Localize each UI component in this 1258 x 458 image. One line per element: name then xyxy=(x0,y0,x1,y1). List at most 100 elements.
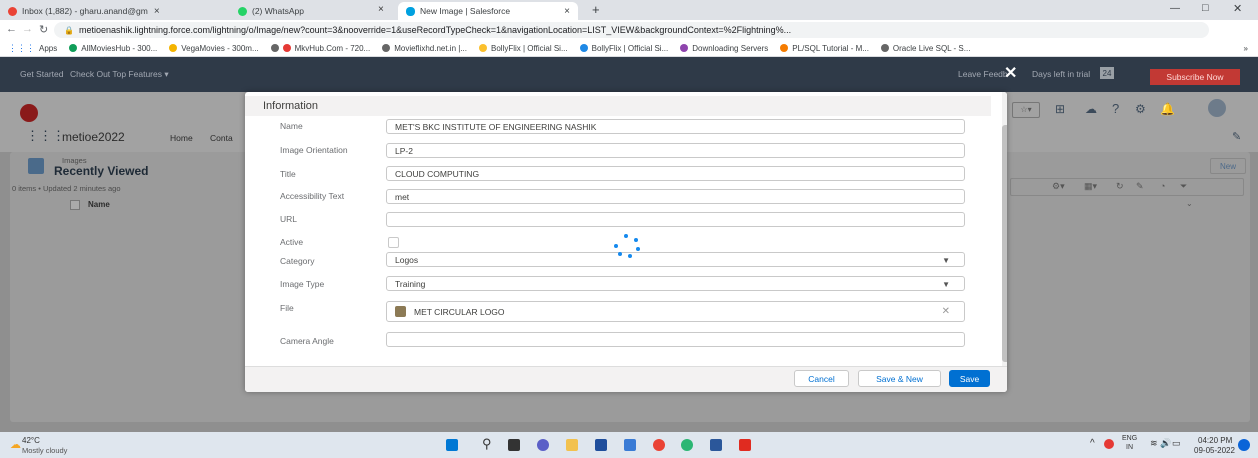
clock-date[interactable]: 09-05-2022 xyxy=(1194,446,1235,455)
column-menu-icon[interactable]: ⌄ xyxy=(1186,199,1193,208)
favorites-icon[interactable]: ☆▾ xyxy=(1012,102,1040,118)
loading-spinner xyxy=(610,232,646,262)
leave-feedback-link[interactable]: Leave Feedb xyxy=(958,69,1008,79)
edit-nav-icon[interactable]: ✎ xyxy=(1232,130,1241,143)
task-view-icon[interactable] xyxy=(508,439,520,451)
filter-icon[interactable]: ⏷ xyxy=(1180,181,1187,192)
notifications-icon[interactable]: 🔔 xyxy=(1160,102,1175,116)
app-launcher-icon[interactable]: ⋮⋮⋮ xyxy=(26,128,65,144)
chat-icon[interactable] xyxy=(537,439,549,451)
edit-icon[interactable]: ✎ xyxy=(1136,181,1144,192)
clock-time[interactable]: 04:20 PM xyxy=(1198,436,1232,445)
file-explorer-icon[interactable] xyxy=(566,439,578,451)
forward-icon[interactable]: → xyxy=(22,23,33,35)
section-header-information[interactable]: Information xyxy=(245,96,991,116)
acrobat-icon[interactable] xyxy=(739,439,751,451)
category-value: Logos xyxy=(395,254,419,265)
display-as-icon[interactable]: ▦▾ xyxy=(1084,181,1097,192)
edge-icon[interactable] xyxy=(681,439,693,451)
chrome-icon[interactable] xyxy=(653,439,665,451)
refresh-icon[interactable]: ↻ xyxy=(1116,181,1124,192)
url-input[interactable] xyxy=(386,212,965,227)
tab-whatsapp[interactable]: (2) WhatsApp xyxy=(238,2,378,20)
reload-icon[interactable]: ↻ xyxy=(39,23,48,36)
image-type-select[interactable]: Training ▼ xyxy=(386,276,965,291)
close-icon[interactable]: × xyxy=(564,6,570,17)
name-input[interactable]: MET'S BKC INSTITUTE OF ENGINEERING NASHI… xyxy=(386,119,965,134)
accessibility-text-input[interactable]: met xyxy=(386,189,965,204)
image-orientation-input[interactable]: LP-2 xyxy=(386,143,965,158)
bookmark-item[interactable]: MkvHub.Com - 720... xyxy=(270,44,370,53)
url-bar[interactable]: 🔒 metioenashik.lightning.force.com/light… xyxy=(54,22,1209,38)
tab-salesforce[interactable]: New Image | Salesforce × xyxy=(398,2,578,20)
close-icon[interactable]: × xyxy=(154,6,160,17)
get-started-link[interactable]: Get Started xyxy=(20,69,63,79)
close-icon[interactable]: × xyxy=(378,4,384,15)
tray-app-icon[interactable] xyxy=(1104,439,1114,449)
bookmark-item[interactable]: Movieflixhd.net.in |... xyxy=(382,44,467,53)
search-icon[interactable]: ⚲ xyxy=(482,436,492,452)
new-tab-button[interactable]: + xyxy=(592,2,600,17)
wifi-icon[interactable]: ≋ xyxy=(1150,438,1158,449)
bookmark-item[interactable]: Oracle Live SQL - S... xyxy=(880,44,970,53)
tab-gmail[interactable]: Inbox (1,882) - gharu.anand@gm × xyxy=(8,2,226,20)
language-secondary[interactable]: IN xyxy=(1126,444,1133,451)
camera-angle-input[interactable] xyxy=(386,332,965,347)
list-settings-icon[interactable]: ⚙▾ xyxy=(1052,181,1065,192)
close-icon[interactable]: ✕ xyxy=(1004,63,1017,83)
store-icon[interactable] xyxy=(595,439,607,451)
add-icon[interactable]: ⊞ xyxy=(1055,102,1065,116)
subscribe-button[interactable]: Subscribe Now xyxy=(1150,69,1240,85)
chevron-up-icon[interactable]: ^ xyxy=(1090,438,1095,449)
title-input[interactable]: CLOUD COMPUTING xyxy=(386,166,965,181)
avatar[interactable] xyxy=(1208,99,1226,117)
photos-icon[interactable] xyxy=(624,439,636,451)
bookmark-icon xyxy=(680,44,689,52)
minimize-icon[interactable]: — xyxy=(1170,3,1180,14)
bookmarks-more[interactable]: » xyxy=(1244,44,1248,53)
field-label-name: Name xyxy=(280,121,303,131)
active-checkbox[interactable] xyxy=(388,237,399,248)
setup-gear-icon[interactable]: ⚙ xyxy=(1135,102,1146,116)
column-header-name[interactable]: Name xyxy=(88,200,110,209)
cancel-button[interactable]: Cancel xyxy=(794,370,849,387)
battery-icon[interactable]: ▭ xyxy=(1172,438,1181,449)
bookmark-item[interactable]: PL/SQL Tutorial - M... xyxy=(780,44,869,53)
category-select[interactable]: Logos ▼ xyxy=(386,252,965,267)
start-icon[interactable] xyxy=(446,439,458,451)
word-icon[interactable] xyxy=(710,439,722,451)
language-primary[interactable]: ENG xyxy=(1122,435,1137,442)
file-value: MET CIRCULAR LOGO xyxy=(414,306,505,317)
trailhead-icon[interactable]: ☁ xyxy=(1085,102,1097,116)
bookmark-item[interactable]: VegaMovies - 300m... xyxy=(169,43,259,53)
nav-home[interactable]: Home xyxy=(170,133,193,143)
window-close-icon[interactable]: ✕ xyxy=(1233,2,1242,15)
volume-icon[interactable]: 🔊 xyxy=(1160,438,1171,449)
scrollbar-thumb[interactable] xyxy=(1002,125,1007,362)
notification-icon[interactable] xyxy=(1238,439,1250,451)
bookmark-label: Downloading Servers xyxy=(692,43,769,53)
chart-icon[interactable]: ◔ xyxy=(1160,181,1165,191)
features-menu[interactable]: Check Out Top Features ▾ xyxy=(70,69,169,80)
list-view-title[interactable]: Recently Viewed xyxy=(54,164,149,178)
spinner-dot xyxy=(628,254,632,258)
bookmark-item[interactable]: AllMoviesHub - 300... xyxy=(69,44,157,53)
save-button[interactable]: Save xyxy=(949,370,990,387)
select-all-checkbox[interactable] xyxy=(70,200,80,210)
file-lookup[interactable]: MET CIRCULAR LOGO ✕ xyxy=(386,301,965,322)
help-icon[interactable]: ? xyxy=(1112,101,1119,116)
spinner-dot xyxy=(636,247,640,251)
bookmark-apps[interactable]: Apps xyxy=(39,44,57,53)
field-label-title: Title xyxy=(280,169,296,179)
back-icon[interactable]: ← xyxy=(6,23,17,35)
maximize-icon[interactable]: □ xyxy=(1202,2,1209,14)
bookmark-item[interactable]: BollyFlix | Official Si... xyxy=(479,44,568,53)
bookmark-label: VegaMovies - 300m... xyxy=(181,43,259,53)
clear-selection-icon[interactable]: ✕ xyxy=(942,306,950,317)
nav-contacts[interactable]: Conta xyxy=(210,133,233,143)
bookmarks-bar: ⋮⋮⋮ Apps AllMoviesHub - 300... VegaMovie… xyxy=(0,40,1258,57)
new-button[interactable]: New xyxy=(1210,158,1246,174)
bookmark-item[interactable]: BollyFlix | Official Si... xyxy=(579,44,668,53)
bookmark-item[interactable]: Downloading Servers xyxy=(680,44,768,53)
save-new-button[interactable]: Save & New xyxy=(858,370,941,387)
